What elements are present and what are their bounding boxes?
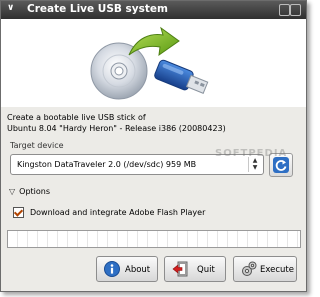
expander-triangle-icon: ▽ bbox=[9, 187, 16, 196]
execute-icon bbox=[242, 261, 257, 276]
close-button[interactable] bbox=[290, 4, 301, 16]
info-icon bbox=[104, 261, 120, 277]
progress-bar bbox=[7, 230, 301, 248]
flash-player-option[interactable]: Download and integrate Adobe Flash Playe… bbox=[13, 207, 205, 218]
description-line-1: Create a bootable live USB stick of bbox=[7, 113, 146, 122]
spinner-arrows-icon[interactable]: ▲ ▼ bbox=[248, 157, 261, 172]
about-button-label: About bbox=[125, 265, 151, 275]
header-banner bbox=[1, 19, 306, 107]
flash-player-checkbox[interactable] bbox=[13, 207, 24, 218]
description-line-2: Ubuntu 8.04 "Hardy Heron" - Release i386… bbox=[7, 124, 226, 133]
watermark: SOFTPEDIA bbox=[215, 148, 288, 159]
title-bar[interactable]: ∨ Create Live USB system bbox=[1, 1, 306, 19]
refresh-icon bbox=[273, 157, 289, 173]
chevron-down-icon[interactable]: ∨ bbox=[7, 3, 14, 13]
options-expander[interactable]: ▽ Options bbox=[9, 187, 50, 196]
about-button[interactable]: About bbox=[96, 256, 158, 282]
cd-to-usb-icon bbox=[90, 26, 209, 100]
target-device-label: Target device bbox=[10, 141, 64, 150]
create-live-usb-window: ∨ Create Live USB system Create a bootab… bbox=[0, 0, 307, 292]
execute-button[interactable]: Execute bbox=[233, 256, 297, 282]
minimize-button[interactable] bbox=[279, 4, 290, 16]
window-title: Create Live USB system bbox=[27, 3, 168, 15]
quit-icon bbox=[172, 261, 188, 277]
quit-button[interactable]: Quit bbox=[164, 256, 226, 282]
execute-button-label: Execute bbox=[260, 265, 294, 275]
quit-button-label: Quit bbox=[197, 265, 215, 275]
flash-player-label: Download and integrate Adobe Flash Playe… bbox=[30, 208, 206, 217]
description: Create a bootable live USB stick of Ubun… bbox=[7, 112, 226, 134]
window-controls bbox=[279, 4, 301, 16]
options-label: Options bbox=[19, 187, 51, 196]
target-device-value: Kingston DataTraveler 2.0 (/dev/sdc) 959… bbox=[17, 160, 197, 169]
